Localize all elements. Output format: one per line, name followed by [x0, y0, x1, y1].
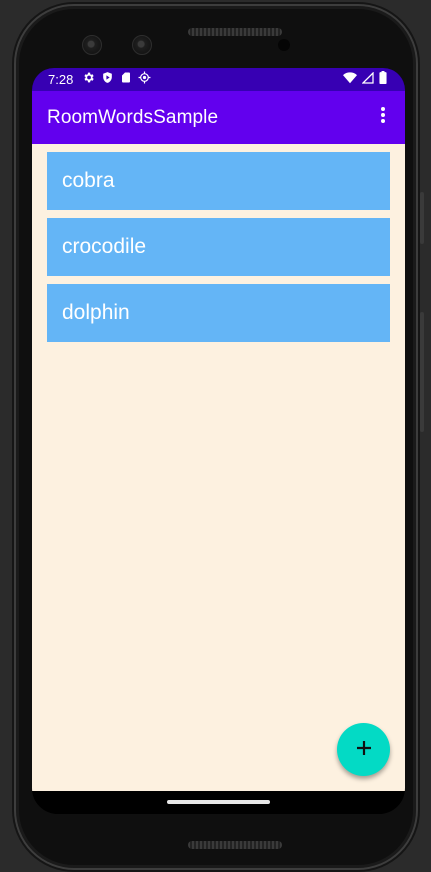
- word-list[interactable]: cobra crocodile dolphin: [32, 144, 405, 791]
- proximity-sensor: [278, 39, 290, 51]
- list-item[interactable]: cobra: [47, 152, 390, 210]
- list-item[interactable]: dolphin: [47, 284, 390, 342]
- sd-card-icon: [120, 71, 132, 87]
- cell-signal-icon: [361, 70, 374, 87]
- overflow-menu-button[interactable]: [367, 101, 399, 133]
- app-title: RoomWordsSample: [47, 107, 219, 128]
- wifi-icon: [343, 71, 357, 87]
- home-gesture-handle[interactable]: [167, 800, 270, 804]
- list-item[interactable]: crocodile: [47, 218, 390, 276]
- navigation-bar: [32, 791, 405, 814]
- status-notification-icons: [82, 71, 151, 87]
- location-crosshair-icon: [138, 71, 151, 87]
- settings-icon: [82, 71, 95, 87]
- add-word-button[interactable]: [337, 723, 390, 776]
- more-vert-icon: [380, 106, 386, 128]
- bottom-speaker-grille: [188, 841, 282, 849]
- status-time: 7:28: [48, 72, 74, 87]
- status-bar: 7:28: [32, 68, 405, 91]
- play-protect-icon: [101, 71, 114, 87]
- front-camera: [82, 35, 102, 55]
- top-speaker-grille: [188, 28, 282, 36]
- power-button: [420, 192, 424, 244]
- status-system-icons: [343, 70, 387, 87]
- device-screen: 7:28 RoomWordsSample cobra crocodile dol…: [32, 68, 405, 814]
- volume-button: [420, 312, 424, 432]
- front-sensor: [132, 35, 152, 55]
- app-bar: RoomWordsSample: [32, 91, 405, 144]
- add-icon: [356, 740, 372, 760]
- battery-icon: [379, 71, 387, 87]
